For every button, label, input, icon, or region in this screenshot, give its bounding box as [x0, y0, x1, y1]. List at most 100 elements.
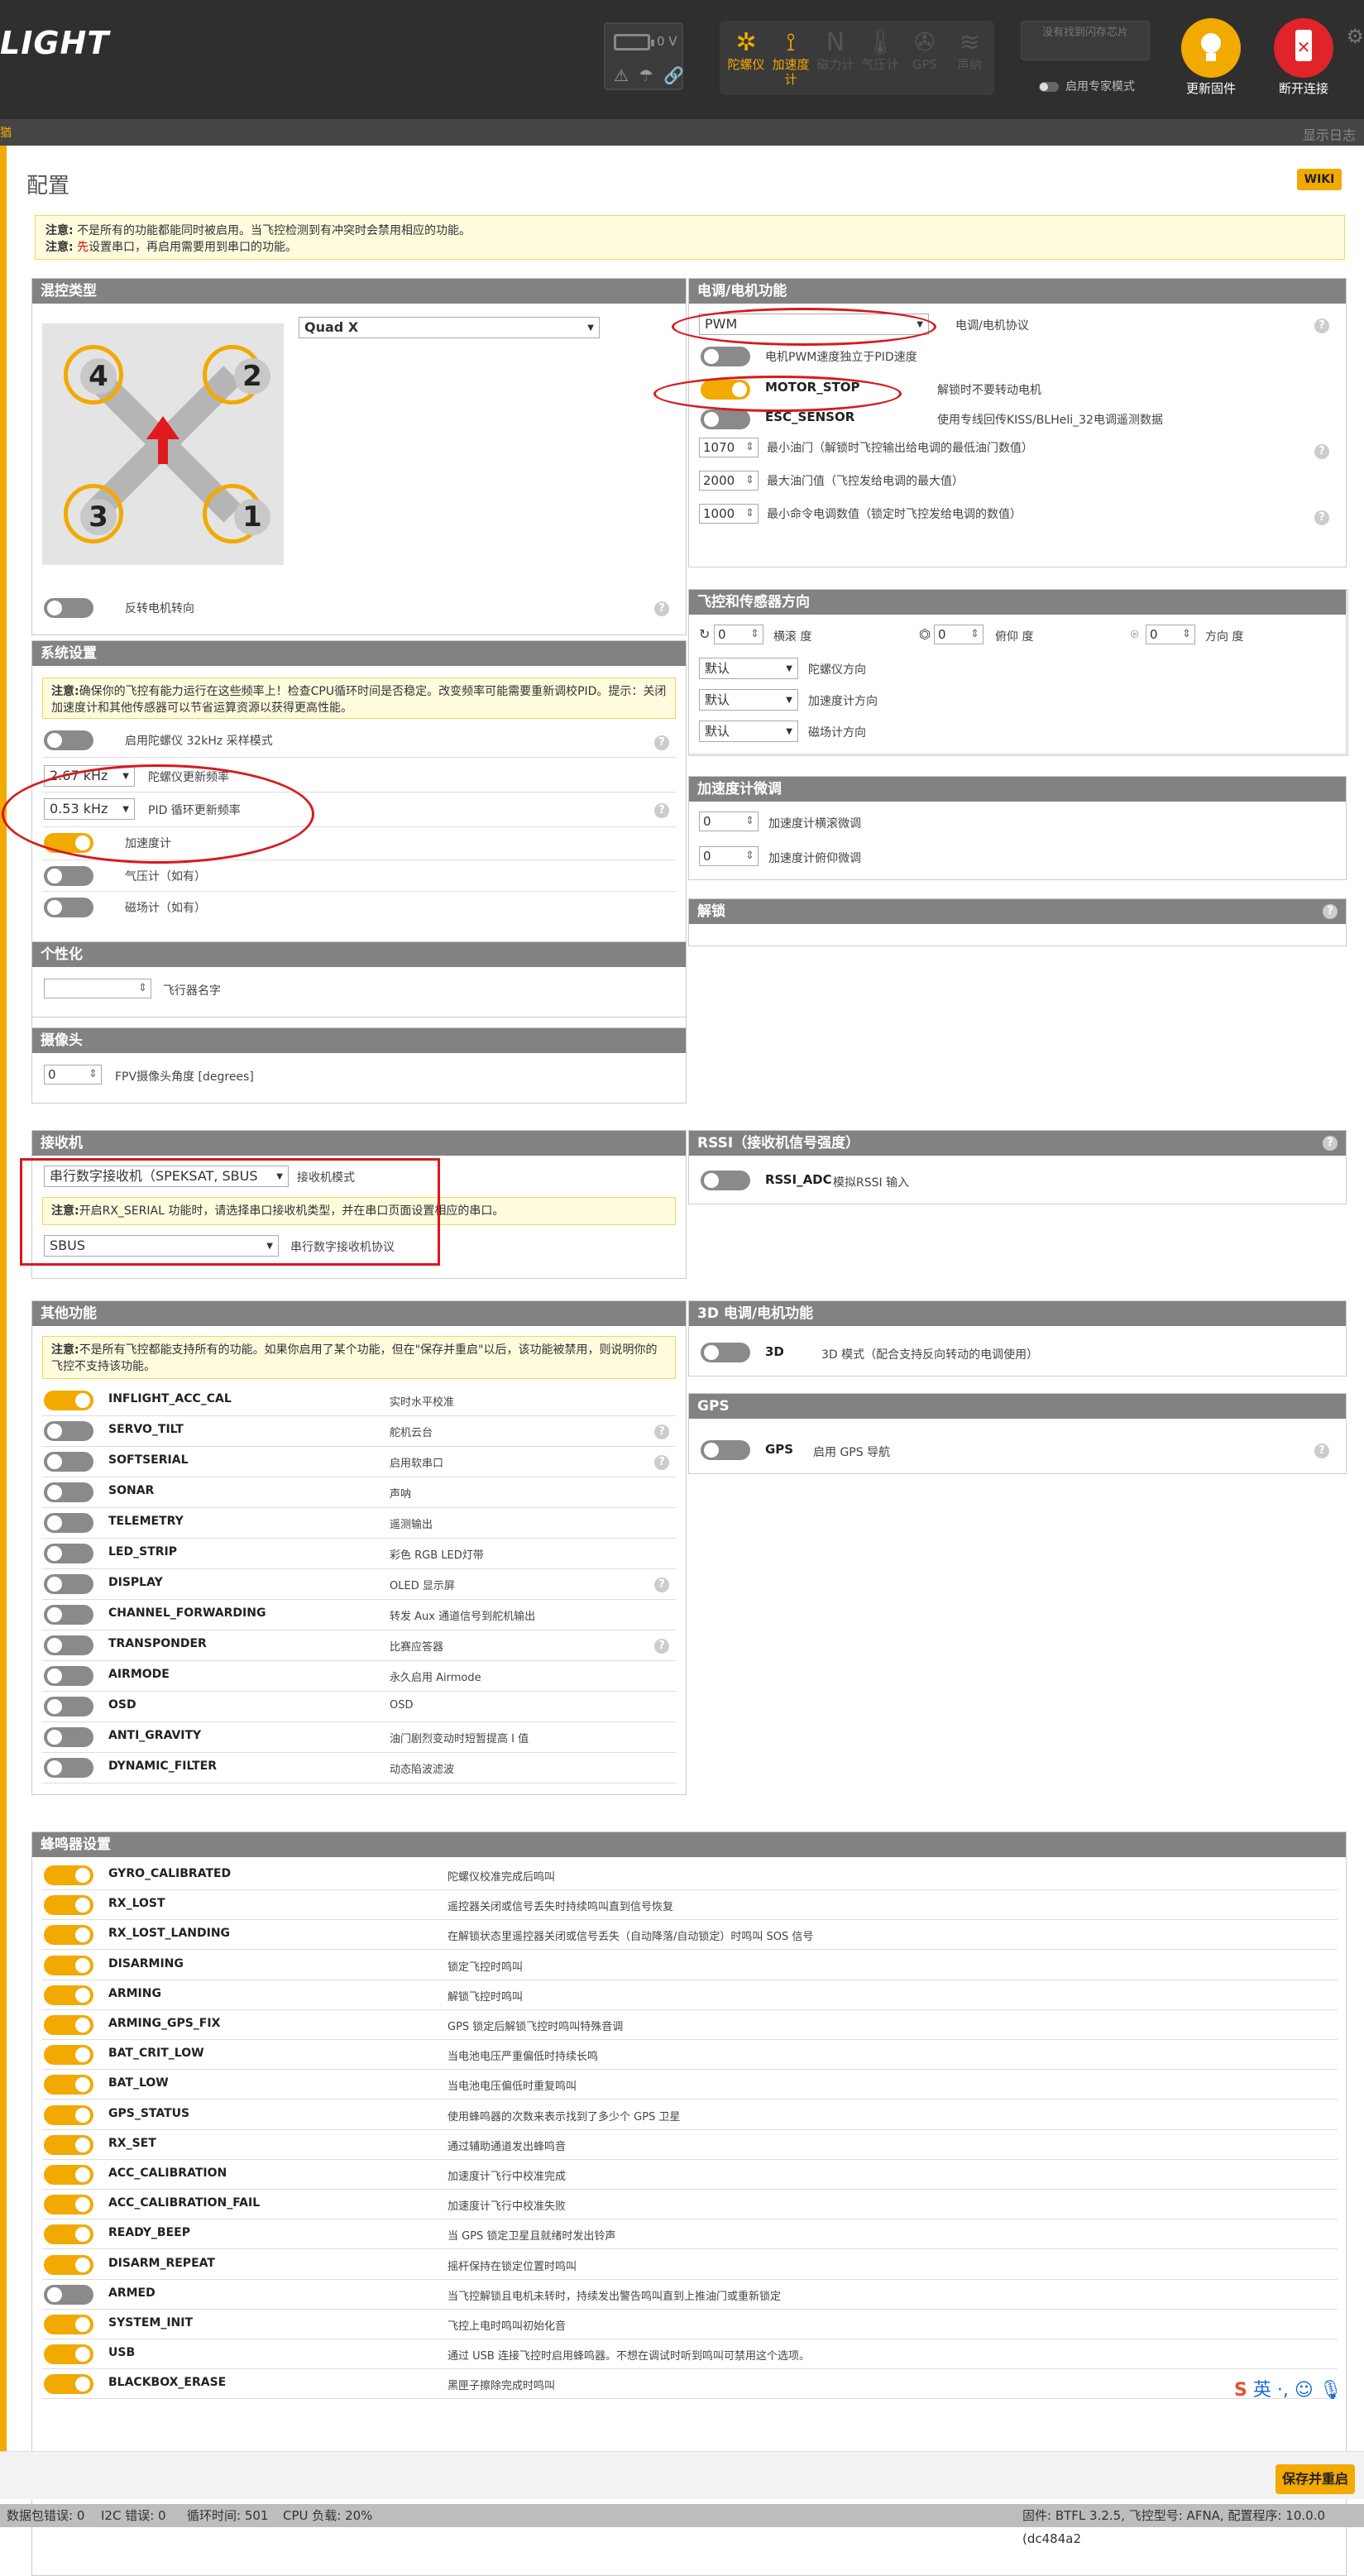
- min-throttle-input[interactable]: 1070: [699, 438, 759, 457]
- feature-toggle[interactable]: [44, 1544, 93, 1563]
- gyro-alignment-select[interactable]: 默认: [699, 658, 798, 679]
- beeper-name: ACC_CALIBRATION_FAIL: [108, 2196, 261, 2210]
- beeper-row: RX_LOST 遥控器关闭或信号丢失时持续鸣叫直到信号恢复: [32, 1890, 1347, 1921]
- gps-toggle[interactable]: [701, 1440, 750, 1460]
- barometer-toggle[interactable]: [44, 866, 93, 886]
- beeper-toggle[interactable]: [44, 2134, 93, 2155]
- beeper-toggle[interactable]: [44, 2374, 93, 2395]
- wiki-button[interactable]: WIKI: [1297, 169, 1342, 190]
- system-note: 注意:确保你的飞控有能力运行在这些频率上！检查CPU循环时间是否稳定。改变频率可…: [42, 678, 676, 719]
- status-packet-error: 数据包错误: 0: [7, 2508, 85, 2523]
- feature-row: CHANNEL_FORWARDING 转发 Aux 通道信号到舵机输出: [32, 1600, 687, 1630]
- feature-toggle[interactable]: [44, 1697, 93, 1717]
- reverse-motor-toggle[interactable]: [44, 598, 93, 618]
- beeper-toggle[interactable]: [44, 1895, 93, 1916]
- beeper-toggle[interactable]: [44, 2015, 93, 2035]
- help-icon[interactable]: ?: [654, 1578, 669, 1592]
- battery-icon: [614, 34, 654, 50]
- feature-toggle[interactable]: [44, 1574, 93, 1594]
- esc-sensor-toggle[interactable]: [701, 409, 750, 429]
- beeper-toggle[interactable]: [44, 2284, 93, 2305]
- acc-alignment-select[interactable]: 默认: [699, 689, 798, 711]
- board-pitch-input[interactable]: 0: [934, 625, 984, 644]
- feature-name: SONAR: [108, 1484, 155, 1497]
- help-icon[interactable]: ?: [654, 1455, 669, 1470]
- beeper-name: READY_BEEP: [108, 2226, 190, 2240]
- help-icon[interactable]: ?: [1314, 1444, 1329, 1458]
- camera-header: 摄像头: [32, 1028, 686, 1053]
- help-icon[interactable]: ?: [654, 803, 669, 818]
- beeper-name: ARMING: [108, 1986, 161, 2000]
- max-throttle-input[interactable]: 2000: [699, 471, 759, 491]
- update-firmware-button[interactable]: [1181, 18, 1241, 78]
- feature-toggle[interactable]: [44, 1635, 93, 1655]
- beeper-toggle[interactable]: [44, 2195, 93, 2215]
- craft-name-input[interactable]: [44, 979, 151, 998]
- system-config-header: 系统设置: [32, 641, 686, 666]
- min-command-input[interactable]: 1000: [699, 504, 759, 524]
- show-log-link[interactable]: 显示日志: [1303, 124, 1356, 144]
- help-icon[interactable]: ?: [654, 1424, 669, 1439]
- accel-pitch-trim-input[interactable]: 0: [699, 846, 759, 866]
- fpv-angle-input[interactable]: 0: [44, 1065, 102, 1085]
- beeper-toggle[interactable]: [44, 2045, 93, 2066]
- pwm-speed-toggle[interactable]: [701, 347, 750, 366]
- 3d-label: 3D: [765, 1344, 784, 1359]
- beeper-toggle[interactable]: [44, 2224, 93, 2245]
- pwm-speed-label: 电机PWM速度独立于PID速度: [765, 351, 917, 364]
- rssi-header: RSSI（接收机信号强度）: [689, 1131, 1346, 1156]
- beeper-toggle[interactable]: [44, 1865, 93, 1885]
- feature-toggle[interactable]: [44, 1421, 93, 1441]
- help-icon[interactable]: ?: [1323, 1136, 1338, 1151]
- feature-toggle[interactable]: [44, 1452, 93, 1472]
- divider: [42, 891, 676, 892]
- mag-alignment-select[interactable]: 默认: [699, 721, 798, 742]
- beeper-toggle[interactable]: [44, 2344, 93, 2365]
- rssi-adc-toggle[interactable]: [701, 1171, 750, 1190]
- gyro-32k-toggle[interactable]: [44, 730, 93, 750]
- beeper-desc: 加速度计飞行中校准完成: [447, 2171, 567, 2183]
- beeper-desc: 通过辅助通道发出蜂鸣音: [447, 2140, 567, 2153]
- feature-toggle[interactable]: [44, 1727, 93, 1747]
- 3d-toggle[interactable]: [701, 1343, 750, 1362]
- feature-toggle[interactable]: [44, 1482, 93, 1502]
- board-roll-input[interactable]: 0: [714, 625, 763, 644]
- feature-toggle[interactable]: [44, 1758, 93, 1778]
- disconnect-button[interactable]: ✕: [1274, 18, 1333, 78]
- help-icon[interactable]: ?: [1314, 510, 1329, 525]
- gear-icon[interactable]: ⚙: [1346, 25, 1364, 48]
- beeper-toggle[interactable]: [44, 1955, 93, 1975]
- board-yaw-label: 方向 度: [1205, 630, 1244, 644]
- beeper-toggle[interactable]: [44, 2075, 93, 2095]
- expert-mode-toggle[interactable]: 启用专家模式: [1039, 78, 1135, 94]
- beeper-toggle[interactable]: [44, 2254, 93, 2275]
- help-icon[interactable]: ?: [654, 1639, 669, 1654]
- board-yaw-input[interactable]: 0: [1146, 625, 1195, 644]
- feature-toggle[interactable]: [44, 1666, 93, 1686]
- feature-desc: 转发 Aux 通道信号到舵机输出: [390, 1611, 536, 1623]
- beeper-toggle[interactable]: [44, 2104, 93, 2125]
- accel-pitch-trim-label: 加速度计俯仰微调: [768, 852, 861, 865]
- help-icon[interactable]: ?: [1314, 444, 1329, 459]
- beeper-toggle[interactable]: [44, 1925, 93, 1946]
- help-icon[interactable]: ?: [1314, 318, 1329, 333]
- help-icon[interactable]: ?: [1323, 904, 1338, 919]
- beeper-row: DISARM_REPEAT 摇杆保持在锁定位置时鸣叫: [32, 2250, 1347, 2280]
- feature-toggle[interactable]: [44, 1391, 93, 1410]
- beeper-toggle[interactable]: [44, 1985, 93, 2005]
- beeper-row: RX_SET 通过辅助通道发出蜂鸣音: [32, 2130, 1347, 2160]
- help-icon[interactable]: ?: [654, 735, 669, 750]
- accel-roll-trim-input[interactable]: 0: [699, 812, 759, 831]
- ime-logo-icon: S: [1234, 2380, 1247, 2401]
- magnetometer-toggle[interactable]: [44, 898, 93, 917]
- help-icon[interactable]: ?: [654, 601, 669, 616]
- configuration-page: 配置 WIKI 注意: 不是所有的功能都能同时被启用。当飞控检测到有冲突时会禁用…: [2, 146, 1364, 2576]
- beeper-toggle[interactable]: [44, 2165, 93, 2185]
- beeper-toggle[interactable]: [44, 2315, 93, 2334]
- motor-number: 3: [80, 499, 117, 535]
- mixer-type-select[interactable]: Quad X: [299, 317, 600, 338]
- battery-voltage: 0 V: [657, 34, 677, 49]
- save-reboot-button[interactable]: 保存并重启: [1275, 2464, 1355, 2494]
- feature-toggle[interactable]: [44, 1513, 93, 1533]
- feature-toggle[interactable]: [44, 1605, 93, 1625]
